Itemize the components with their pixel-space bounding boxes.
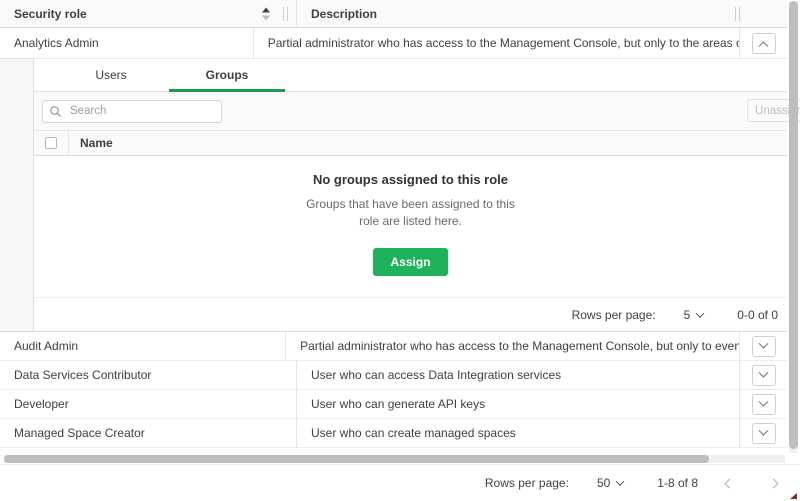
cell-security-role: Developer [0, 397, 296, 411]
chevron-down-icon [696, 309, 704, 317]
select-all-cell [34, 130, 68, 156]
page-range: 1-8 of 8 [657, 476, 698, 490]
groups-pagination: Rows per page: 5 0-0 of 0 [34, 297, 787, 331]
cell-description: Partial administrator who has access to … [285, 332, 739, 361]
rows-per-page-label: Rows per page: [485, 476, 569, 490]
horizontal-scrollbar-thumb[interactable] [4, 455, 709, 463]
vertical-scrollbar[interactable] [789, 1, 798, 453]
table-row-data-services-contributor[interactable]: Data Services Contributor User who can a… [0, 361, 787, 390]
empty-state: No groups assigned to this role Groups t… [34, 156, 787, 297]
horizontal-scrollbar[interactable] [4, 455, 785, 463]
cell-security-role: Audit Admin [0, 339, 285, 353]
expand-row-button[interactable] [752, 423, 776, 444]
column-resize-handle-security-role[interactable] [283, 7, 288, 21]
column-header-description-label: Description [311, 7, 377, 21]
sort-down-arrow-icon [262, 15, 270, 20]
table-pagination: Rows per page: 50 1-8 of 8 [0, 464, 800, 501]
sort-ascending-icon[interactable] [262, 7, 270, 20]
column-header-description[interactable]: Description [296, 0, 787, 28]
cell-description: Partial administrator who has access to … [253, 28, 739, 59]
detail-toolbar: Unassign [34, 92, 787, 130]
column-header-security-role[interactable]: Security role [0, 0, 296, 28]
chevron-left-icon [724, 478, 734, 488]
search-icon [49, 105, 62, 118]
cell-description: User who can generate API keys [296, 390, 739, 419]
cell-expand-toggle [739, 332, 787, 361]
rows-per-page-value: 50 [597, 476, 610, 490]
table-rows-collapsed: Audit Admin Partial administrator who ha… [0, 332, 787, 448]
empty-state-title: No groups assigned to this role [313, 172, 508, 187]
chevron-down-icon [759, 425, 769, 435]
cell-expand-toggle [739, 390, 787, 419]
table-row-developer[interactable]: Developer User who can generate API keys [0, 390, 787, 419]
security-roles-page: Security role Description Analytics Admi… [0, 0, 800, 501]
chevron-right-icon [768, 478, 778, 488]
collapse-row-button[interactable] [752, 33, 776, 54]
cell-expand-toggle [739, 361, 787, 390]
chevron-down-icon [759, 367, 769, 377]
cell-security-role: Analytics Admin [0, 36, 253, 50]
empty-state-subtitle: Groups that have been assigned to this r… [295, 196, 527, 230]
tab-users-label: Users [95, 68, 126, 82]
column-header-name-label: Name [80, 136, 113, 150]
table-row-audit-admin[interactable]: Audit Admin Partial administrator who ha… [0, 332, 787, 361]
chevron-down-icon [616, 477, 624, 485]
sort-up-arrow-icon [262, 7, 270, 12]
role-detail-panel: Users Groups Unassign [33, 59, 787, 331]
cell-expand-toggle [739, 419, 787, 448]
expand-row-button[interactable] [752, 365, 776, 386]
chevron-up-icon [759, 41, 769, 51]
assign-button[interactable]: Assign [373, 248, 447, 276]
cell-security-role: Managed Space Creator [0, 426, 296, 440]
column-header-security-role-label: Security role [14, 7, 87, 21]
select-all-checkbox[interactable] [45, 137, 57, 149]
column-resize-handle-description[interactable] [735, 7, 740, 21]
table-row-analytics-admin[interactable]: Analytics Admin Partial administrator wh… [0, 28, 787, 59]
cell-description: User who can create managed spaces [296, 419, 739, 448]
rows-per-page-select[interactable]: 50 [597, 476, 623, 490]
tab-groups[interactable]: Groups [169, 59, 285, 91]
column-header-name[interactable]: Name [68, 130, 787, 156]
cell-description: User who can access Data Integration ser… [296, 361, 739, 390]
groups-rows-per-page-select[interactable]: 5 [684, 308, 704, 322]
groups-page-range: 0-0 of 0 [737, 308, 778, 322]
expanded-detail-region: Users Groups Unassign [0, 59, 787, 332]
groups-rows-per-page-label: Rows per page: [572, 308, 656, 322]
vertical-scrollbar-thumb[interactable] [789, 1, 798, 449]
chevron-down-icon [759, 396, 769, 406]
chevron-down-icon [759, 338, 769, 348]
search-input[interactable] [68, 104, 215, 118]
expand-row-button[interactable] [752, 336, 776, 357]
cell-security-role: Data Services Contributor [0, 368, 296, 382]
groups-table-header: Name [34, 130, 787, 156]
table-row-managed-space-creator[interactable]: Managed Space Creator User who can creat… [0, 419, 787, 448]
previous-page-button[interactable] [716, 470, 742, 496]
table-header: Security role Description [0, 0, 787, 28]
pagination-controls: Rows per page: 50 1-8 of 8 [485, 470, 786, 496]
detail-tabs: Users Groups [34, 59, 787, 92]
expand-row-button[interactable] [752, 394, 776, 415]
search-field[interactable] [42, 100, 222, 123]
cell-expand-toggle [739, 28, 787, 59]
tab-users[interactable]: Users [53, 59, 169, 91]
tab-groups-label: Groups [206, 68, 249, 82]
next-page-button[interactable] [760, 470, 786, 496]
groups-rows-per-page-value: 5 [684, 308, 691, 322]
